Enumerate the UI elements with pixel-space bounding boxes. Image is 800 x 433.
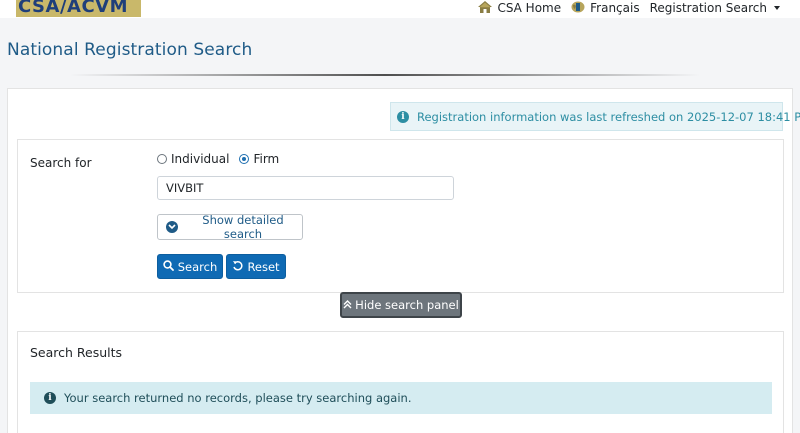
reset-button[interactable]: Reset [226, 254, 286, 279]
search-results-title: Search Results [30, 345, 123, 360]
logo-text: CSA/ACVM [18, 0, 128, 17]
top-nav: CSA Home Français Registration Search [478, 0, 780, 16]
language-globe-icon [571, 1, 585, 16]
top-bar: CSA/ACVM CSA Home Français Registration … [0, 0, 800, 18]
nav-registration-search-dropdown[interactable]: Registration Search [650, 1, 780, 15]
search-for-label: Search for [30, 156, 92, 170]
nav-csa-home-label: CSA Home [497, 1, 562, 15]
search-panel [17, 139, 784, 293]
nav-registration-label: Registration Search [649, 1, 767, 15]
search-type-radios: Individual Firm [157, 152, 285, 166]
no-records-text: Your search returned no records, please … [64, 391, 412, 405]
title-divider [70, 74, 700, 76]
nav-csa-home[interactable]: CSA Home [478, 0, 562, 16]
search-button-label: Search [177, 259, 218, 274]
radio-firm-label[interactable]: Firm [253, 152, 279, 166]
radio-firm[interactable] [239, 154, 250, 164]
house-icon [478, 0, 493, 16]
undo-icon [232, 260, 243, 274]
radio-individual[interactable] [157, 154, 167, 164]
show-detailed-search-button[interactable]: Show detailed search [157, 213, 303, 241]
reset-button-label: Reset [247, 259, 280, 274]
no-records-alert: i Your search returned no records, pleas… [30, 382, 772, 414]
search-button[interactable]: Search [157, 254, 223, 279]
show-detailed-search-label: Show detailed search [202, 213, 284, 241]
refresh-info-alert: i Registration information was last refr… [390, 102, 800, 131]
radio-individual-label[interactable]: Individual [171, 152, 229, 166]
double-chevron-up-icon [343, 298, 352, 312]
info-icon: i [44, 392, 56, 404]
chevron-down-circle-icon [166, 221, 178, 233]
hide-search-panel-button[interactable]: Hide search panel [340, 292, 462, 318]
search-icon [163, 259, 174, 274]
refresh-info-text: Registration information was last refres… [417, 109, 800, 124]
nav-language-label: Français [590, 1, 640, 15]
hide-search-panel-label: Hide search panel [355, 298, 459, 312]
page-title: National Registration Search [7, 40, 253, 60]
info-icon: i [397, 110, 409, 123]
nav-language[interactable]: Français [571, 1, 640, 16]
csa-logo[interactable]: CSA/ACVM [16, 0, 141, 17]
caret-down-icon [774, 6, 780, 10]
firm-name-input[interactable] [157, 176, 454, 200]
